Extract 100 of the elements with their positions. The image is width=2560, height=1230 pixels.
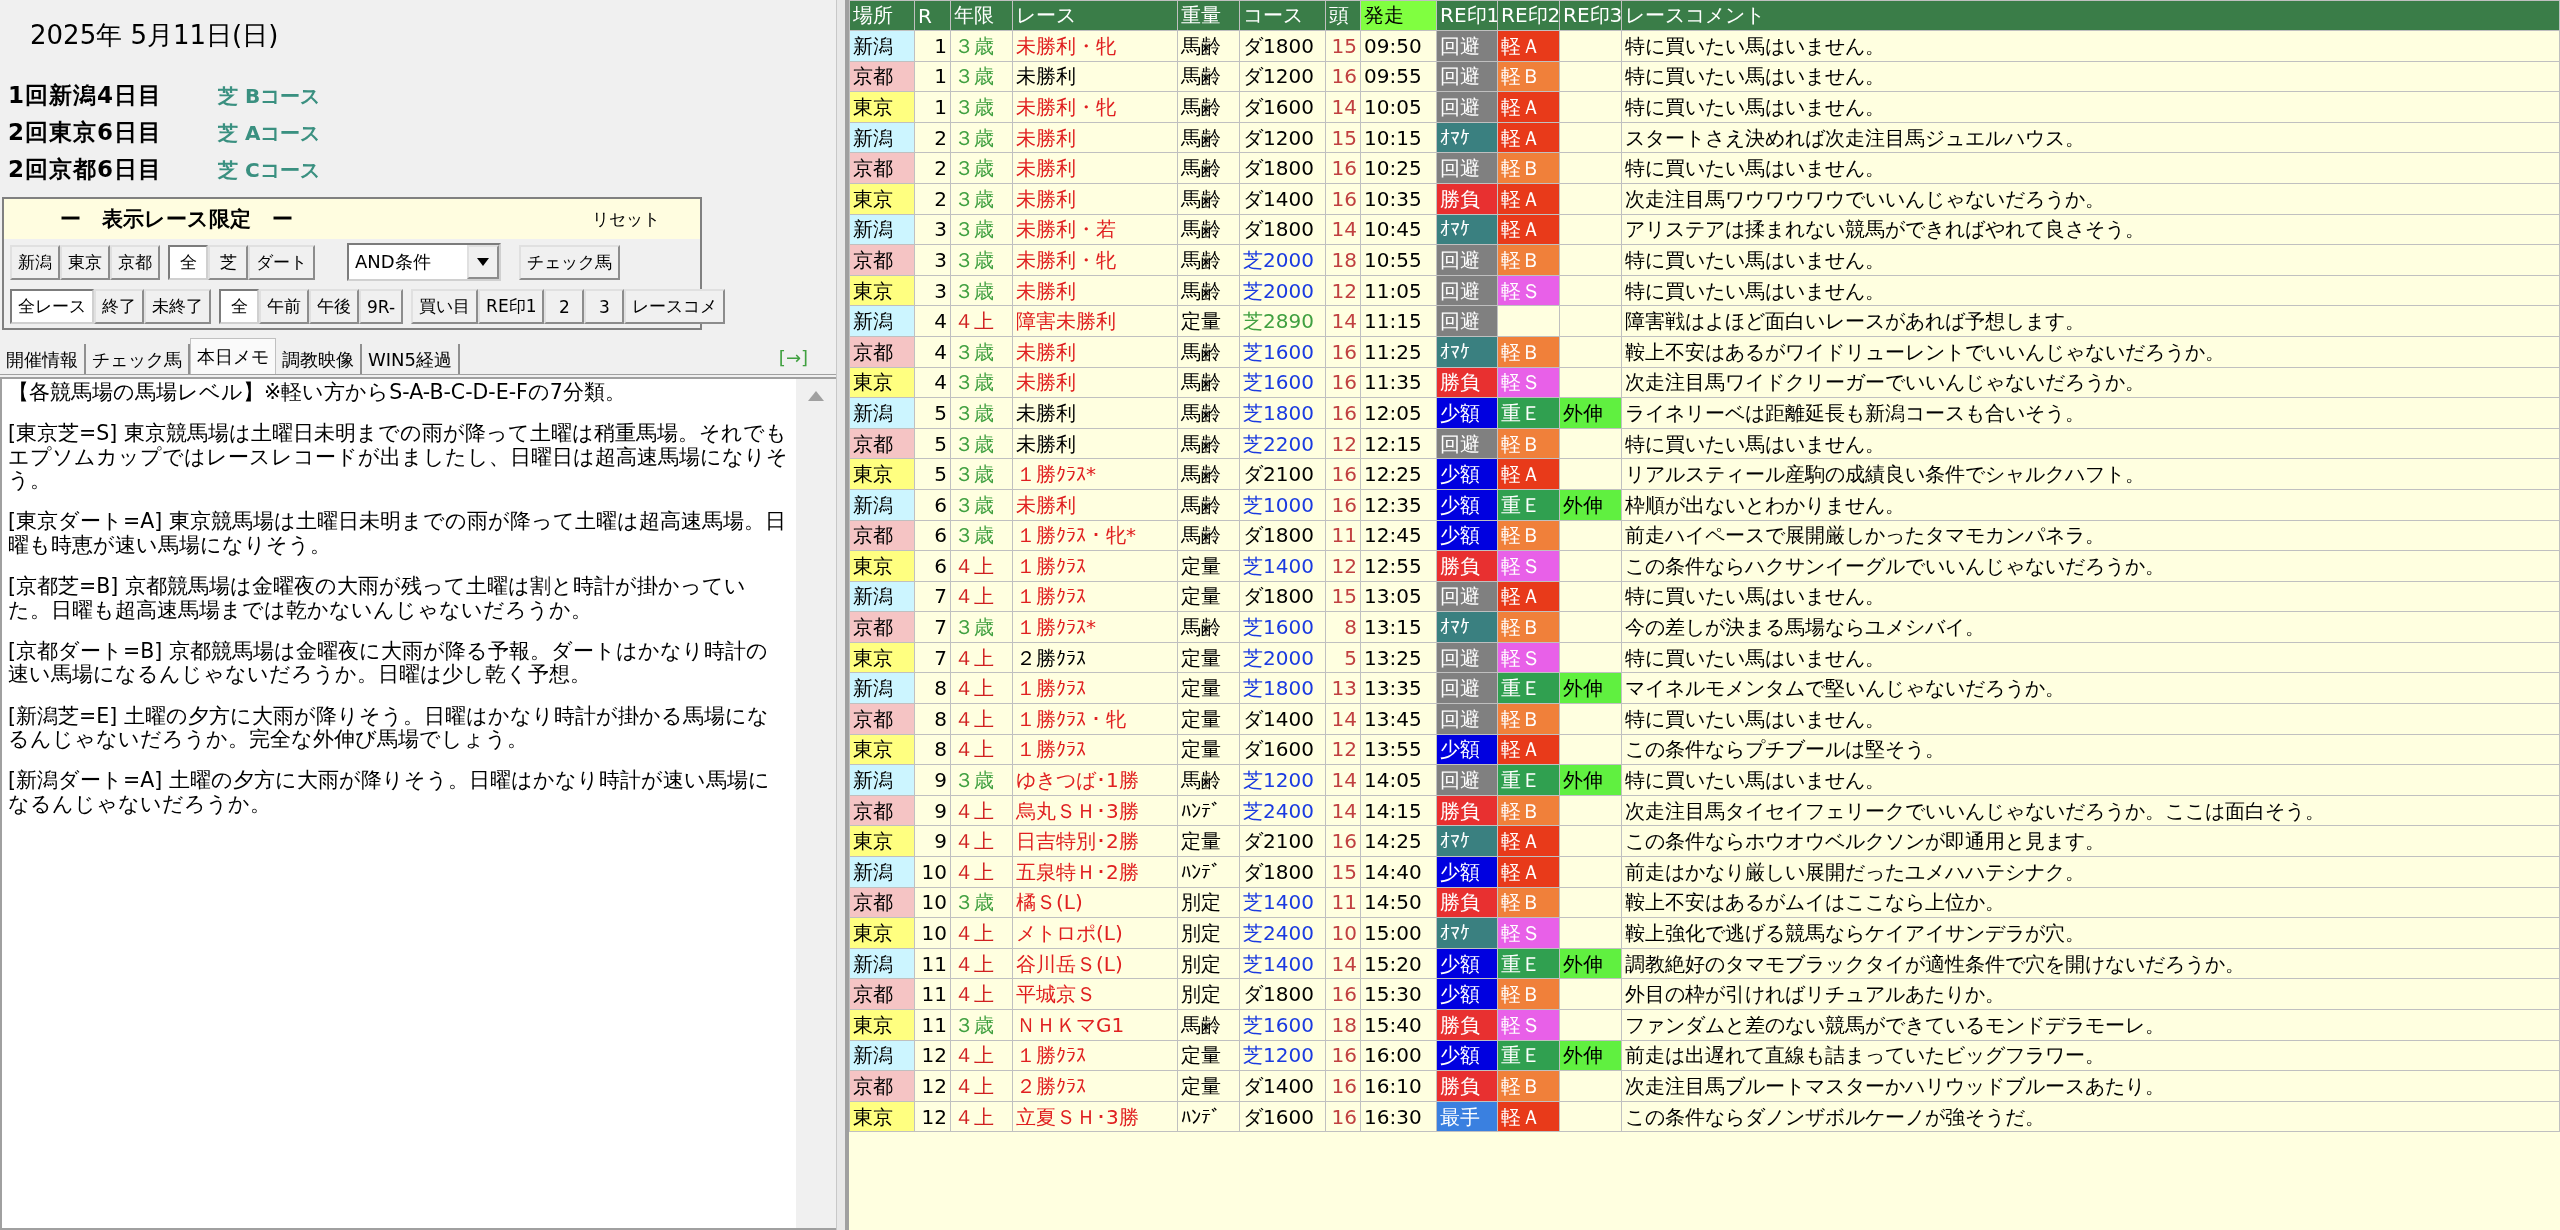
rating-cell: 軽Ａ: [1497, 825, 1560, 857]
filter-button[interactable]: 京都: [110, 244, 160, 280]
rating-cell: 外伸: [1559, 397, 1622, 429]
scrollbar[interactable]: [796, 379, 836, 1228]
table-cell: 新潟: [849, 672, 915, 704]
rating-cell: 軽Ａ: [1497, 856, 1560, 888]
table-cell: 16: [1325, 1070, 1361, 1102]
table-cell: 京都: [849, 152, 915, 184]
rating-cell: 重Ｅ: [1497, 397, 1560, 429]
comment-cell: 前走ハイペースで展開厳しかったタマモカンパネラ。: [1621, 520, 2560, 551]
table-cell: 芝1400: [1239, 948, 1326, 979]
table-cell: 芝2890: [1239, 305, 1326, 337]
rating-cell: 軽Ｓ: [1497, 1009, 1560, 1041]
filter-button[interactable]: 9R-: [359, 289, 404, 324]
filter-button[interactable]: 全: [168, 244, 208, 280]
course-label: 芝 Cコース: [218, 157, 320, 184]
filter-button[interactable]: 2: [544, 289, 585, 324]
filter-button[interactable]: 3: [584, 289, 625, 324]
table-cell: 18: [1325, 244, 1361, 276]
column-header[interactable]: 場所: [849, 0, 915, 31]
filter-button[interactable]: ダート: [248, 244, 315, 280]
table-cell: ４上: [950, 642, 1013, 673]
table-cell: 日吉特別･2勝: [1012, 825, 1178, 857]
comment-cell: 外目の枠が引ければリチュアルあたりか。: [1621, 978, 2560, 1010]
column-header[interactable]: レース: [1012, 0, 1178, 31]
column-header[interactable]: コース: [1239, 0, 1326, 31]
column-header[interactable]: RE印3: [1559, 0, 1622, 31]
course-label: 芝 Bコース: [218, 83, 321, 110]
filter-button[interactable]: RE印1: [478, 289, 545, 324]
table-cell: 新潟: [849, 397, 915, 429]
table-cell: 15:20: [1360, 948, 1437, 979]
column-header[interactable]: 年限: [950, 0, 1013, 31]
filter-button[interactable]: チェック馬: [519, 244, 620, 280]
table-cell: ﾊﾝﾃﾞ: [1177, 1101, 1240, 1132]
table-cell: ３歳: [950, 611, 1013, 643]
table-cell: ４上: [950, 856, 1013, 888]
filter-button[interactable]: 終了: [94, 289, 144, 324]
table-cell: ４上: [950, 795, 1013, 826]
table-cell: 16: [1325, 458, 1361, 490]
table-cell: 芝1600: [1239, 1009, 1326, 1041]
column-header[interactable]: 重量: [1177, 0, 1240, 31]
table-cell: 10: [914, 856, 951, 888]
filter-button[interactable]: 全レース: [10, 289, 94, 324]
table-cell: 馬齢: [1177, 611, 1240, 643]
table-cell: 15:00: [1360, 917, 1437, 949]
filter-button[interactable]: 新潟: [10, 244, 60, 280]
reset-button[interactable]: リセット: [592, 207, 660, 231]
table-cell: ４上: [950, 1070, 1013, 1102]
table-cell: 5: [914, 397, 951, 429]
column-header[interactable]: 発走: [1360, 0, 1437, 31]
memo-area[interactable]: [0, 377, 836, 1230]
table-cell: ﾊﾝﾃﾞ: [1177, 795, 1240, 826]
table-cell: 未勝利: [1012, 275, 1178, 306]
column-header[interactable]: レースコメント: [1621, 0, 2560, 31]
table-cell: 16: [1325, 1101, 1361, 1132]
table-cell: 芝2200: [1239, 428, 1326, 459]
table-cell: 未勝利: [1012, 122, 1178, 153]
table-cell: ４上: [950, 917, 1013, 949]
filter-button[interactable]: 全: [219, 289, 259, 324]
rating-cell: 軽Ｓ: [1497, 550, 1560, 582]
table-cell: 馬齢: [1177, 122, 1240, 153]
table-cell: 東京: [849, 734, 915, 765]
column-header[interactable]: R: [914, 0, 951, 31]
table-cell: 馬齢: [1177, 91, 1240, 123]
table-cell: 4: [914, 336, 951, 368]
memo-paragraph: [新潟ダート=A] 土曜の夕方に大雨が降りそう。日曜はかなり時計が速い馬場になるんじゃないだろうか。: [8, 769, 771, 817]
table-cell: 別定: [1177, 887, 1240, 918]
scroll-up-icon[interactable]: [808, 391, 824, 401]
filter-button[interactable]: 未終了: [144, 289, 211, 324]
memo-paragraph: [京都芝=B] 京都競馬場は金曜夜の大雨が残って土曜は割と時計が掛かっていた。日曜も超高速馬場までは乾かないんじゃないだろうか。: [8, 575, 747, 622]
table-cell: ダ1400: [1239, 703, 1326, 735]
table-cell: 09:50: [1360, 30, 1437, 62]
filter-button[interactable]: 買い目: [411, 289, 479, 324]
column-header[interactable]: RE印2: [1497, 0, 1560, 31]
filter-button[interactable]: レースコメ: [624, 289, 726, 324]
rating-cell: 回避: [1436, 275, 1498, 306]
table-cell: 京都: [849, 1070, 915, 1102]
tab[interactable]: 本日メモ: [190, 338, 276, 374]
rating-cell: 勝負: [1436, 1070, 1498, 1102]
table-cell: 16: [1325, 183, 1361, 215]
rating-cell: 軽Ａ: [1497, 581, 1560, 612]
filter-button[interactable]: 午前: [259, 289, 309, 324]
rating-cell: 軽Ａ: [1497, 1101, 1560, 1132]
table-cell: 12:35: [1360, 489, 1437, 520]
filter-button[interactable]: 午後: [309, 289, 359, 324]
comment-cell: 次走注目馬ワウワウワウでいいんじゃないだろうか。: [1621, 183, 2560, 215]
table-cell: 13:25: [1360, 642, 1437, 673]
rating-cell: 回避: [1436, 703, 1498, 735]
column-header[interactable]: 頭: [1325, 0, 1361, 31]
table-cell: ３歳: [950, 1009, 1013, 1041]
table-cell: 5: [914, 458, 951, 490]
table-cell: 定量: [1177, 642, 1240, 673]
rating-cell: 軽Ｓ: [1497, 642, 1560, 673]
table-cell: 15: [1325, 30, 1361, 62]
rating-cell: ｵﾏｹ: [1436, 917, 1498, 949]
filter-button[interactable]: 東京: [60, 244, 110, 280]
condition-dropdown[interactable]: AND条件: [347, 243, 501, 281]
table-cell: 芝2000: [1239, 275, 1326, 306]
filter-button[interactable]: 芝: [208, 244, 248, 280]
table-cell: 未勝利: [1012, 489, 1178, 520]
